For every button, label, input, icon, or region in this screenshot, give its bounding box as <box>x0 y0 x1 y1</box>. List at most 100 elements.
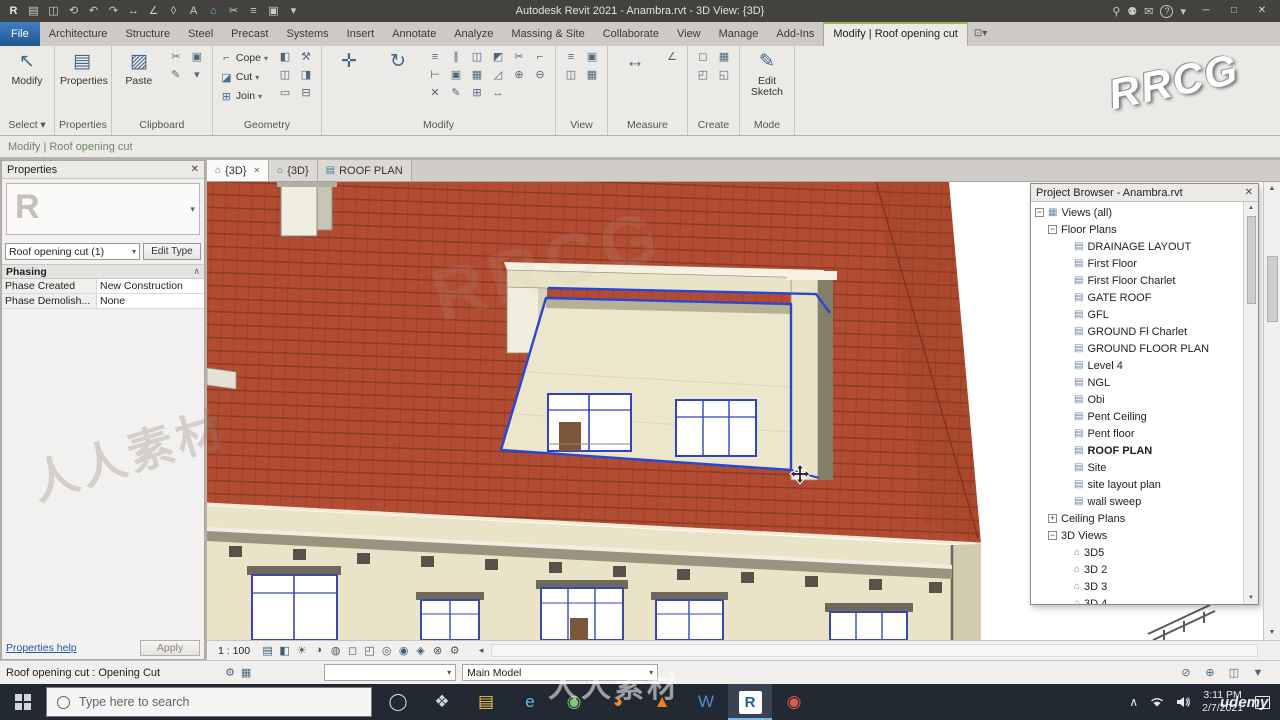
measure-tool-button[interactable]: ↔ <box>613 49 657 74</box>
chrome-icon-2[interactable]: ◉ <box>772 684 816 720</box>
start-button[interactable] <box>0 684 46 720</box>
tree-item-pent-ceiling[interactable]: ▤ Pent Ceiling <box>1031 408 1243 425</box>
join-geometry-button[interactable]: ⊞ Join ▾ <box>218 87 270 105</box>
tree-item-roof-plan[interactable]: ▤ ROOF PLAN <box>1031 442 1243 459</box>
autodesk-account-icon[interactable]: ⚉ <box>1127 5 1137 18</box>
ribbon-tab-annotate[interactable]: Annotate <box>383 22 445 46</box>
customize-qat-icon[interactable]: ▾ <box>284 0 303 22</box>
scale-button[interactable]: 1 : 100 <box>211 645 257 657</box>
task-view-icon[interactable]: ❖ <box>420 684 464 720</box>
window-3[interactable] <box>536 580 628 640</box>
tile-views-icon[interactable]: ◫ <box>561 67 581 84</box>
phasing-section-header[interactable]: Phasing ∧ <box>2 264 204 279</box>
reveal-hidden-elements-icon[interactable]: ◉ <box>395 644 412 657</box>
detail-level-icon[interactable]: ▤ <box>259 644 276 657</box>
ribbon-tab-view[interactable]: View <box>668 22 710 46</box>
modify-tool-button[interactable]: ↖ Modify <box>5 49 49 87</box>
unjoin-icon[interactable]: ⊟ <box>296 85 316 102</box>
window-4[interactable] <box>651 592 728 640</box>
tree-item-3d-3[interactable]: ⌂ 3D 3 <box>1031 578 1243 595</box>
volume-icon[interactable] <box>1176 696 1190 708</box>
trim-extend-icon[interactable]: ⌐ <box>530 49 550 66</box>
tree-item-ceiling-plans[interactable]: + Ceiling Plans <box>1031 510 1243 527</box>
project-browser-header[interactable]: Project Browser - Anambra.rvt ✕ <box>1031 184 1258 202</box>
create-parts-icon[interactable]: ◱ <box>714 67 734 84</box>
tree-item-ground-floor-plan[interactable]: ▤ GROUND FLOOR PLAN <box>1031 340 1243 357</box>
drawing-scrollbar-horizontal[interactable] <box>491 644 1258 657</box>
tree-item-3d5[interactable]: ⌂ 3D5 <box>1031 544 1243 561</box>
unpin-icon[interactable]: ⊖ <box>530 67 550 84</box>
project-browser-close-icon[interactable]: ✕ <box>1245 187 1253 198</box>
revit-icon[interactable]: R <box>728 684 772 720</box>
properties-toggle-button[interactable]: ▤ Properties <box>60 49 108 87</box>
ribbon-tab-systems[interactable]: Systems <box>277 22 337 46</box>
crop-view-icon[interactable]: ◻ <box>344 644 361 657</box>
word-icon[interactable]: W <box>684 684 728 720</box>
cut-geometry-button[interactable]: ◪ Cut ▾ <box>218 68 270 86</box>
scroll-up-icon[interactable]: ▲ <box>1248 202 1254 214</box>
tree-item-gfl[interactable]: ▤ GFL <box>1031 306 1243 323</box>
beam-icon[interactable]: ▭ <box>275 85 295 102</box>
tree-item-first-floor[interactable]: ▤ First Floor <box>1031 255 1243 272</box>
extend-icon[interactable]: ⊢ <box>425 67 445 84</box>
close-button[interactable]: ✕ <box>1248 0 1276 22</box>
measure-between-icon[interactable]: ↔ <box>488 85 508 102</box>
measure-panel-label[interactable]: Measure <box>608 118 687 135</box>
clipboard-panel-label[interactable]: Clipboard <box>112 118 212 135</box>
view-tab-3d-1[interactable]: ⌂ {3D} ✕ <box>207 160 270 181</box>
ribbon-tab-file[interactable]: File <box>0 22 40 46</box>
ribbon-tab-collaborate[interactable]: Collaborate <box>594 22 668 46</box>
tree-item-ngl[interactable]: ▤ NGL <box>1031 374 1243 391</box>
wifi-icon[interactable] <box>1150 696 1164 708</box>
chrome-icon[interactable]: ◉ <box>552 684 596 720</box>
properties-help-link[interactable]: Properties help <box>6 642 77 654</box>
cut-to-clipboard-icon[interactable]: ✂ <box>166 49 186 66</box>
move-button[interactable]: ✛ <box>327 49 371 74</box>
taskbar-clock[interactable]: 3:11 PM 2/7/2021 <box>1202 689 1243 715</box>
window-2[interactable] <box>416 592 484 640</box>
rotate-button[interactable]: ↻ <box>376 49 420 74</box>
type-selector[interactable]: Roof opening cut (1) ▾ <box>5 243 140 260</box>
copy-to-clipboard-icon[interactable]: ▣ <box>187 49 207 66</box>
tree-item-wall-sweep[interactable]: ▤ wall sweep <box>1031 493 1243 510</box>
render-icon[interactable]: ◍ <box>327 644 344 657</box>
edge-icon[interactable]: e <box>508 684 552 720</box>
tree-item-site-layout-plan[interactable]: ▤ site layout plan <box>1031 476 1243 493</box>
join-elements-icon[interactable]: ⊞ <box>467 85 487 102</box>
tree-item-drainage-layout[interactable]: ▤ DRAINAGE LAYOUT <box>1031 238 1243 255</box>
temporary-hide-isolate-icon[interactable]: ◎ <box>378 644 395 657</box>
apply-button[interactable]: Apply <box>140 640 200 656</box>
drawing-scroll-up-icon[interactable]: ▲ <box>1269 182 1276 196</box>
constraints-icon[interactable]: ⊗ <box>429 644 446 657</box>
array-icon[interactable]: ▦ <box>467 67 487 84</box>
match-type-properties-icon[interactable]: ✎ <box>166 67 186 84</box>
undo-icon[interactable]: ↶ <box>84 0 103 22</box>
expand-icon[interactable]: + <box>1048 514 1057 523</box>
file-explorer-icon[interactable]: ▤ <box>464 684 508 720</box>
clipboard-more-icon[interactable]: ▾ <box>187 67 207 84</box>
properties-header[interactable]: Properties ✕ <box>2 161 204 179</box>
open-file-icon[interactable]: ▤ <box>24 0 43 22</box>
worksharing-display-icon[interactable]: ⚙ <box>446 644 463 657</box>
collapse-icon[interactable]: − <box>1048 225 1057 234</box>
selection-filter-icon[interactable]: ▼ <box>1250 667 1266 679</box>
measure-icon[interactable]: ↔ <box>124 0 143 22</box>
app-button-icon[interactable]: R <box>4 0 23 22</box>
geometry-panel-label[interactable]: Geometry <box>213 118 321 135</box>
drawing-scrollbar-vertical[interactable]: ▲ ▼ <box>1263 182 1280 640</box>
ribbon-tab-steel[interactable]: Steel <box>179 22 222 46</box>
ribbon-tab-modify-contextual[interactable]: Modify | Roof opening cut <box>823 22 968 46</box>
split-face-icon[interactable]: ◫ <box>275 67 295 84</box>
tree-item-pent-floor[interactable]: ▤ Pent floor <box>1031 425 1243 442</box>
tree-item-3d-4[interactable]: ⌂ 3D 4 <box>1031 595 1243 605</box>
temporary-view-properties-icon[interactable]: ◈ <box>412 644 429 657</box>
type-preview[interactable]: R ▾ <box>6 183 200 235</box>
create-group-icon[interactable]: ▦ <box>714 49 734 66</box>
drawing-scroll-down-icon[interactable]: ▼ <box>1269 626 1276 640</box>
switch-windows-ribbon-icon[interactable]: ▦ <box>582 67 602 84</box>
ribbon-tab-analyze[interactable]: Analyze <box>445 22 502 46</box>
taskbar-search[interactable]: Type here to search <box>46 687 372 717</box>
ribbon-tab-insert[interactable]: Insert <box>338 22 384 46</box>
scrollbar-thumb[interactable] <box>1246 216 1256 304</box>
edit-sketch-button[interactable]: ✎ Edit Sketch <box>745 49 789 98</box>
